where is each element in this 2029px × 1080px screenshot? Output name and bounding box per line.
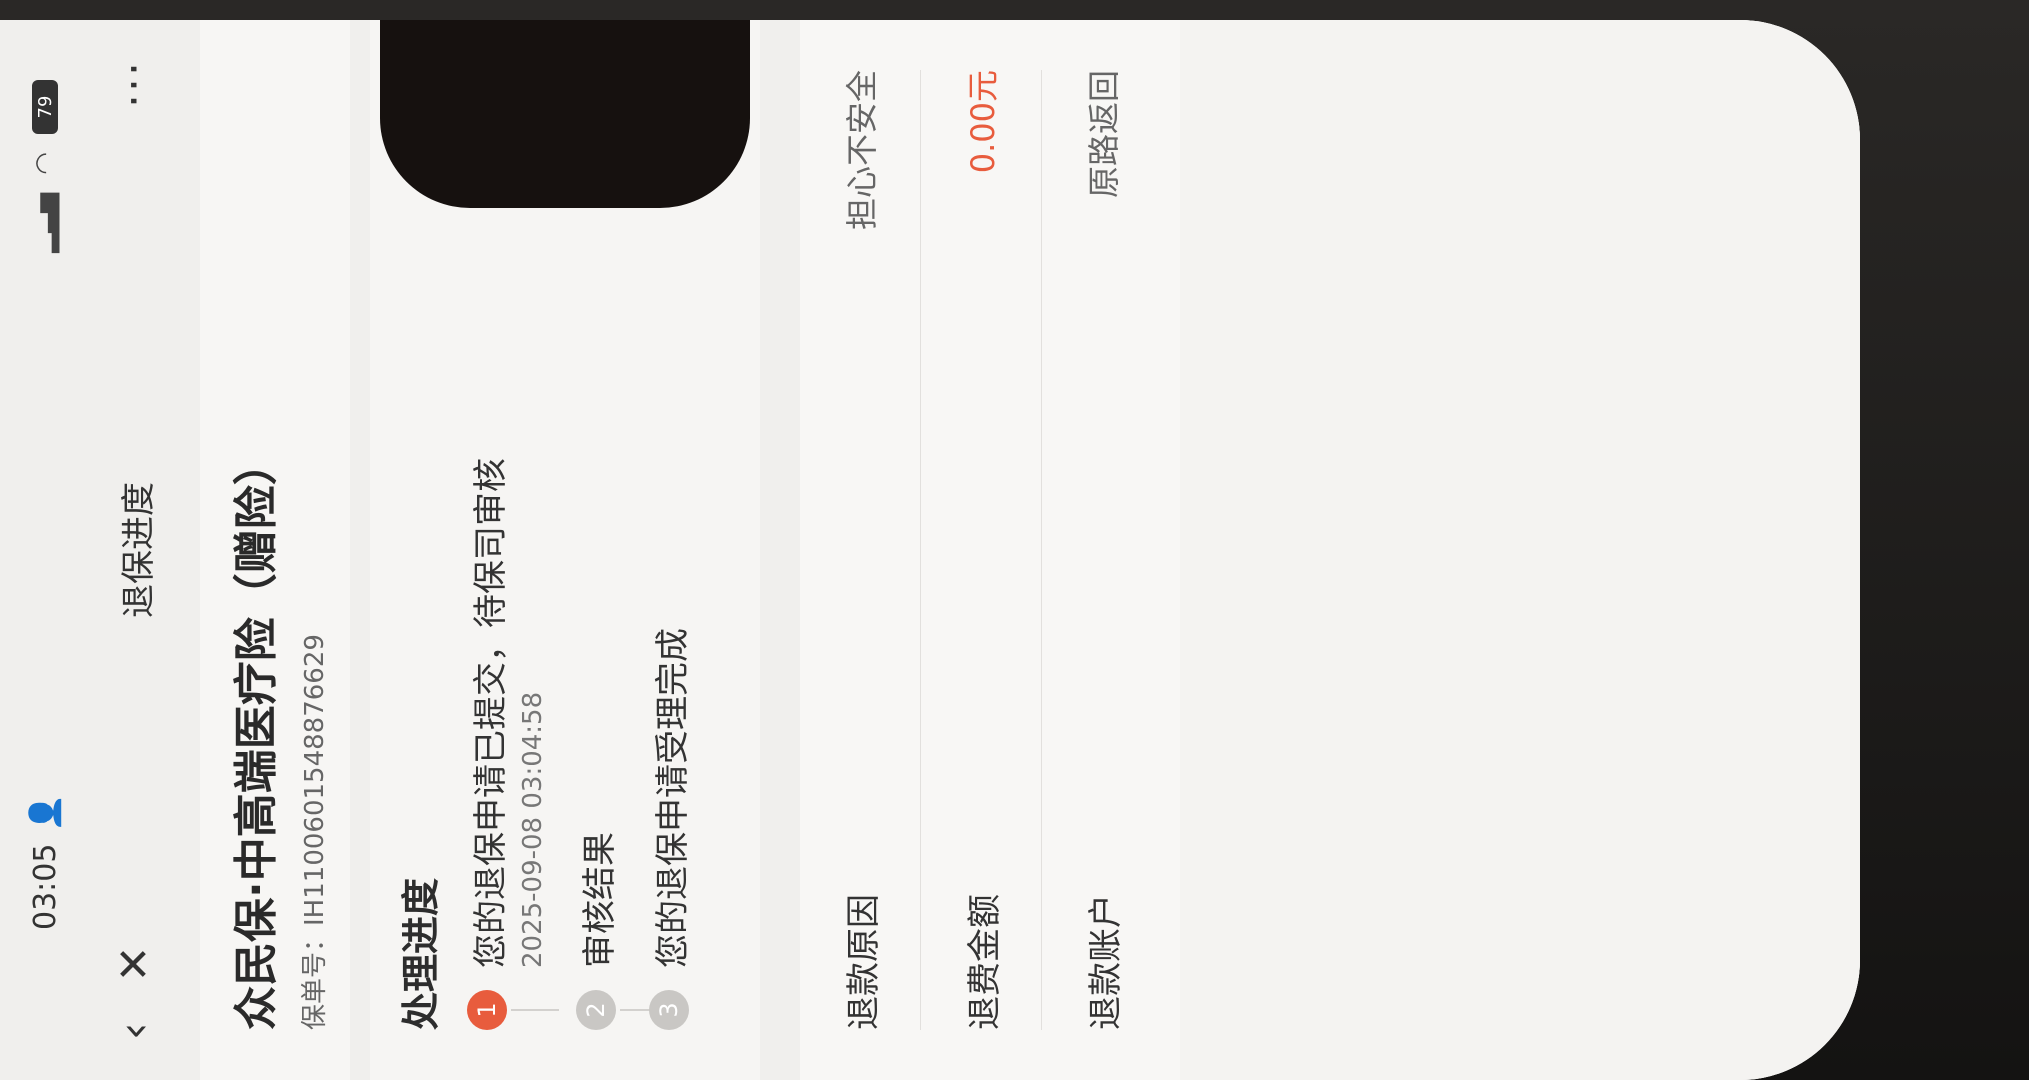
step-title: 审核结果 bbox=[580, 832, 620, 968]
step-body: 审核结果 bbox=[572, 832, 621, 968]
refund-amount-label: 退费金额 bbox=[964, 894, 1005, 1030]
refund-reason-value: 担心不安全 bbox=[843, 70, 881, 231]
blank-area bbox=[1180, 20, 1860, 1080]
policy-number-line: 保单号：IH1100601548876629 bbox=[294, 70, 331, 1030]
refund-account-row: 退款账户 原路返回 bbox=[1042, 70, 1162, 1030]
policy-number: IH1100601548876629 bbox=[300, 634, 330, 926]
phone-screen: 03:05 👤 ▂▃▅ ◠ 79 退保进度 ‹ ✕ ··· 众民保·中高端医疗险… bbox=[0, 20, 1860, 1080]
wifi-icon: ◠ bbox=[30, 152, 60, 175]
progress-step-3: 3 您的退保申请受理完成 bbox=[645, 70, 694, 1030]
step-body: 您的退保申请受理完成 bbox=[645, 628, 694, 968]
policy-card: 众民保·中高端医疗险（赠险） 保单号：IH1100601548876629 bbox=[200, 20, 350, 1080]
step-connector bbox=[511, 1009, 559, 1011]
app-screen: 03:05 👤 ▂▃▅ ◠ 79 退保进度 ‹ ✕ ··· 众民保·中高端医疗险… bbox=[0, 20, 1860, 1080]
progress-step-1: 1 您的退保申请已提交，待保司审核 2025-09-08 03:04:58 bbox=[463, 70, 559, 1030]
progress-section-title: 处理进度 bbox=[399, 877, 443, 1030]
step-number-3: 3 bbox=[649, 990, 689, 1030]
step-title: 您的退保申请受理完成 bbox=[653, 628, 693, 968]
status-time: 03:05 bbox=[27, 843, 63, 930]
policy-number-label: 保单号： bbox=[300, 925, 330, 1030]
step-title: 您的退保申请已提交，待保司审核 bbox=[471, 458, 511, 968]
refund-account-value: 原路返回 bbox=[1085, 70, 1123, 199]
step-time: 2025-09-08 03:04:58 bbox=[518, 691, 548, 968]
refund-amount-row: 退费金额 0.00元 bbox=[921, 70, 1042, 1030]
battery-icon: 79 bbox=[32, 80, 58, 134]
refund-reason-row: 退款原因 担心不安全 bbox=[800, 70, 921, 1030]
status-left: 03:05 👤 bbox=[28, 794, 63, 930]
refund-info-card: 退款原因 担心不安全 退费金额 0.00元 退款账户 原路返回 bbox=[800, 20, 1180, 1080]
refund-amount-value: 0.00元 bbox=[964, 70, 1002, 174]
step-body: 您的退保申请已提交，待保司审核 2025-09-08 03:04:58 bbox=[463, 458, 548, 968]
status-right: ▂▃▅ ◠ 79 bbox=[30, 80, 60, 253]
step-number-2: 2 bbox=[576, 990, 616, 1030]
status-bar: 03:05 👤 ▂▃▅ ◠ 79 bbox=[0, 20, 90, 1080]
refund-account-label: 退款账户 bbox=[1085, 894, 1126, 1030]
step-number-1: 1 bbox=[467, 990, 507, 1030]
phone-notch bbox=[380, 20, 750, 208]
page-title: 退保进度 bbox=[118, 482, 159, 618]
progress-step-2: 2 审核结果 bbox=[572, 70, 668, 1030]
photo-stage: 03:05 👤 ▂▃▅ ◠ 79 退保进度 ‹ ✕ ··· 众民保·中高端医疗险… bbox=[0, 0, 2029, 1080]
person-icon: 👤 bbox=[27, 794, 63, 832]
nav-bar: 退保进度 ‹ ✕ ··· bbox=[90, 20, 180, 1080]
policy-title: 众民保·中高端医疗险（赠险） bbox=[231, 441, 282, 1030]
refund-reason-label: 退款原因 bbox=[843, 894, 884, 1030]
signal-icon: ▂▃▅ bbox=[30, 192, 60, 253]
